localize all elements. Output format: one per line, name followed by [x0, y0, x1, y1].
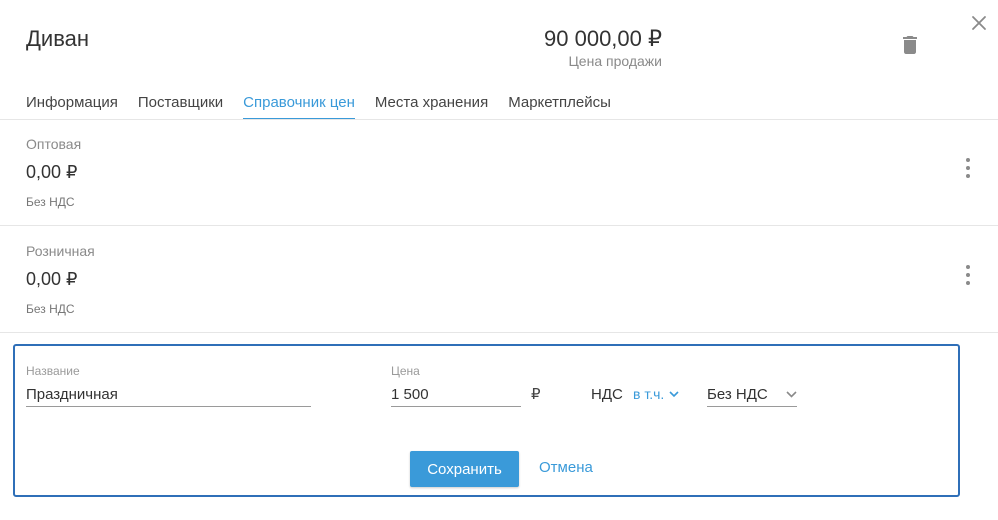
product-card-dialog: Диван 90 000,00 ₽ Цена продажи Информаци…: [0, 0, 998, 520]
sale-price-value: 90 000,00 ₽: [544, 26, 662, 51]
price-type-vat: Без НДС: [26, 195, 75, 209]
tab-info[interactable]: Информация: [26, 92, 118, 120]
price-field-label: Цена: [391, 364, 420, 378]
price-input[interactable]: [391, 383, 521, 407]
tab-suppliers[interactable]: Поставщики: [138, 92, 223, 120]
price-edit-form: Название Цена ₽ НДС в т.ч. Без НДС Сохра…: [13, 344, 960, 497]
price-list-row-retail: Розничная 0,00 ₽ Без НДС: [0, 227, 998, 333]
product-title: Диван: [26, 26, 90, 51]
currency-symbol: ₽: [531, 386, 541, 403]
price-type-name: Оптовая: [26, 136, 82, 152]
vat-rate-select[interactable]: Без НДС: [707, 382, 797, 407]
close-icon: [972, 16, 986, 30]
close-button[interactable]: [968, 12, 990, 34]
tab-storage-locations[interactable]: Места хранения: [375, 92, 488, 120]
trash-icon: [903, 36, 917, 54]
cancel-button[interactable]: Отмена: [539, 459, 593, 476]
price-type-value: 0,00 ₽: [26, 269, 78, 289]
vat-rate-value: Без НДС: [707, 385, 768, 403]
price-type-value: 0,00 ₽: [26, 162, 78, 182]
vat-label: НДС: [591, 386, 623, 403]
name-input[interactable]: [26, 383, 311, 407]
tab-bar: Информация Поставщики Справочник цен Мес…: [26, 92, 611, 120]
chevron-down-icon: [669, 390, 679, 397]
more-vertical-icon[interactable]: [958, 156, 978, 180]
delete-button[interactable]: [898, 33, 922, 57]
vat-mode-value: в т.ч.: [633, 386, 665, 402]
save-button[interactable]: Сохранить: [410, 451, 519, 487]
more-vertical-icon[interactable]: [958, 263, 978, 287]
price-type-name: Розничная: [26, 243, 95, 259]
name-field-label: Название: [26, 364, 80, 378]
price-list-row-wholesale: Оптовая 0,00 ₽ Без НДС: [0, 120, 998, 226]
sale-price-caption: Цена продажи: [568, 53, 662, 69]
sale-price-block: 90 000,00 ₽ Цена продажи: [470, 26, 662, 69]
chevron-down-icon: [786, 390, 797, 398]
vat-mode-dropdown[interactable]: в т.ч.: [633, 386, 679, 402]
tab-price-list[interactable]: Справочник цен: [243, 92, 355, 120]
tab-marketplaces[interactable]: Маркетплейсы: [508, 92, 611, 120]
price-type-vat: Без НДС: [26, 302, 75, 316]
